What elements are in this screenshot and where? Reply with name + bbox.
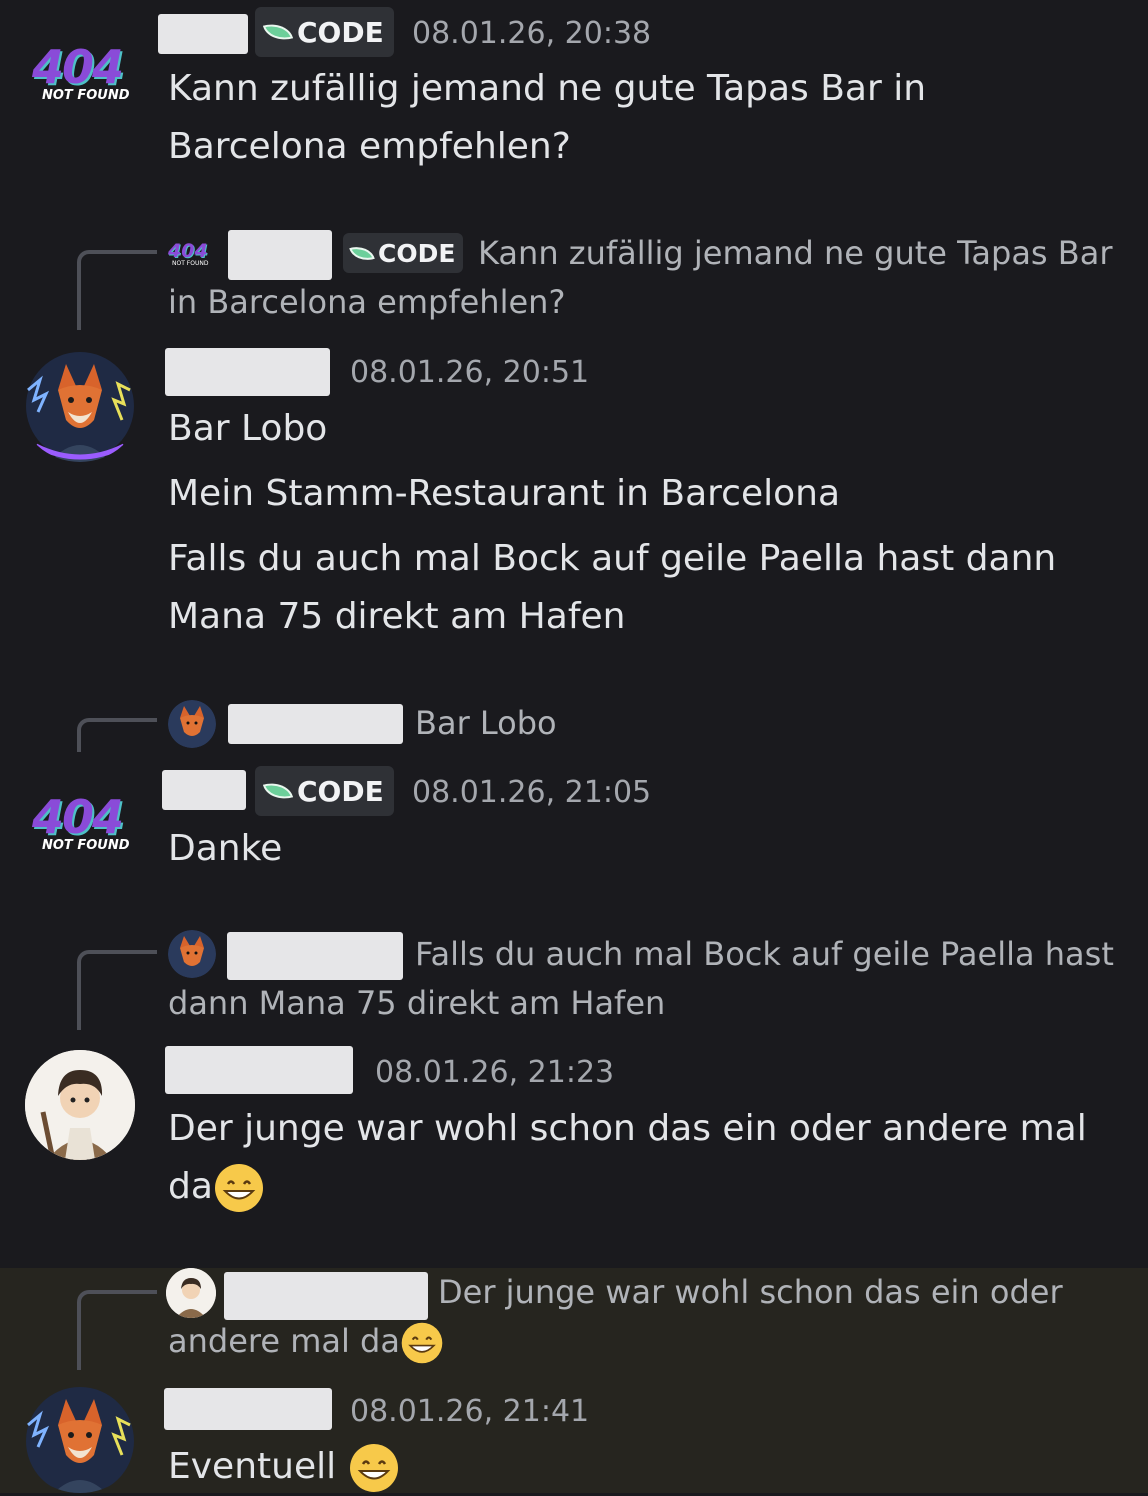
timestamp: 08.01.26, 21:41 xyxy=(350,1394,590,1429)
role-tag-label: CODE xyxy=(297,15,384,49)
role-tag[interactable]: CODE xyxy=(343,233,464,273)
fox-icon xyxy=(168,930,216,978)
reply-avatar-fox[interactable] xyxy=(168,700,216,748)
reply-connector xyxy=(77,250,157,330)
leaf-icon xyxy=(349,241,375,265)
timestamp: 08.01.26, 21:05 xyxy=(412,775,652,810)
avatar-404-number: 404 xyxy=(168,240,208,262)
avatar-boy[interactable] xyxy=(25,1050,135,1160)
avatar-fox[interactable] xyxy=(20,350,140,462)
avatar-404-number: 404 xyxy=(32,40,124,94)
message-text: da xyxy=(168,1166,213,1207)
reply-preview[interactable]: in Barcelona empfehlen? xyxy=(168,278,565,326)
avatar-404[interactable]: 404 NOT FOUND xyxy=(28,40,140,110)
redacted-username[interactable] xyxy=(228,230,332,280)
reply-avatar-fox[interactable] xyxy=(168,930,216,978)
redacted-username[interactable] xyxy=(162,770,246,810)
reply-preview[interactable]: Falls du auch mal Bock auf geile Paella … xyxy=(415,930,1114,978)
redacted-username[interactable] xyxy=(227,932,403,980)
avatar-404-number: 404 xyxy=(32,790,124,844)
leaf-icon xyxy=(262,777,294,805)
avatar-404-subtitle: NOT FOUND xyxy=(42,88,130,103)
fox-icon xyxy=(168,700,216,748)
timestamp: 08.01.26, 20:38 xyxy=(412,16,652,51)
message-line: Danke xyxy=(168,828,283,869)
message-line-with-emoji: da xyxy=(168,1158,265,1216)
message-line: Falls du auch mal Bock auf geile Paella … xyxy=(168,538,1057,579)
redacted-username[interactable] xyxy=(164,1388,332,1430)
message-line: Der junge war wohl schon das ein oder an… xyxy=(168,1108,1087,1149)
message-line: Barcelona empfehlen? xyxy=(168,126,571,167)
message-line: Kann zufällig jemand ne gute Tapas Bar i… xyxy=(168,68,927,109)
reply-avatar-404[interactable]: 404 NOT FOUND xyxy=(168,240,216,272)
message-line-with-emoji: Eventuell xyxy=(168,1438,400,1496)
message-line: Mein Stamm-Restaurant in Barcelona xyxy=(168,473,841,514)
fox-icon xyxy=(26,352,134,462)
reply-preview-with-emoji[interactable]: andere mal da xyxy=(168,1317,444,1365)
timestamp: 08.01.26, 20:51 xyxy=(350,355,590,390)
avatar-fox[interactable] xyxy=(20,1385,140,1493)
leaf-icon xyxy=(262,18,294,46)
boy-icon xyxy=(166,1268,216,1318)
reply-connector xyxy=(77,718,157,752)
message-line: Bar Lobo xyxy=(168,408,328,449)
message-text: Eventuell xyxy=(168,1446,337,1487)
redacted-username[interactable] xyxy=(228,704,403,744)
reply-preview[interactable]: Kann zufällig jemand ne gute Tapas Bar xyxy=(478,229,1112,277)
reply-connector xyxy=(77,950,157,1030)
reply-connector xyxy=(77,1290,157,1370)
fox-icon xyxy=(26,1387,134,1493)
chat-log: 404 NOT FOUND CODE 08.01.26, 20:38 Kann … xyxy=(0,0,1148,1493)
role-tag-label: CODE xyxy=(297,774,384,808)
grinning-smile-emoji-icon xyxy=(349,1444,398,1492)
role-tag-label: CODE xyxy=(378,238,456,268)
redacted-username[interactable] xyxy=(165,1046,353,1094)
message-line: Mana 75 direkt am Hafen xyxy=(168,596,626,637)
boy-icon xyxy=(25,1050,135,1160)
redacted-username[interactable] xyxy=(224,1272,428,1320)
redacted-username[interactable] xyxy=(158,14,248,54)
avatar-404-subtitle: NOT FOUND xyxy=(42,838,130,853)
grinning-smile-emoji-icon xyxy=(401,1322,443,1364)
reply-text: andere mal da xyxy=(168,1322,400,1360)
reply-preview[interactable]: Bar Lobo xyxy=(415,699,557,747)
reply-avatar-boy[interactable] xyxy=(166,1268,216,1318)
role-tag[interactable]: CODE xyxy=(255,7,394,57)
reply-preview[interactable]: Der junge war wohl schon das ein oder xyxy=(438,1268,1063,1316)
role-tag[interactable]: CODE xyxy=(255,766,394,816)
avatar-404-subtitle: NOT FOUND xyxy=(172,260,209,267)
timestamp: 08.01.26, 21:23 xyxy=(375,1055,615,1090)
avatar-404[interactable]: 404 NOT FOUND xyxy=(28,790,140,860)
redacted-username[interactable] xyxy=(165,348,330,396)
grinning-smile-emoji-icon xyxy=(214,1164,263,1212)
reply-preview[interactable]: dann Mana 75 direkt am Hafen xyxy=(168,979,665,1027)
